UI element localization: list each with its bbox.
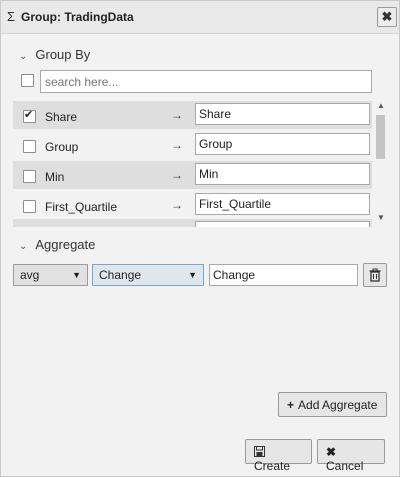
group-dialog: Σ Group: TradingData ✖ ⌄ Group By Share →…: [0, 0, 400, 477]
create-label: Create: [254, 459, 291, 473]
caret-down-icon: ▼: [188, 270, 197, 280]
list-item: Share → Share: [13, 101, 372, 129]
row-checkbox[interactable]: [23, 140, 36, 153]
row-label: Min: [45, 170, 65, 184]
list-item: Group → Group: [13, 131, 372, 159]
row-checkbox[interactable]: [23, 200, 36, 213]
cancel-button[interactable]: ✖Cancel: [317, 439, 385, 473]
caret-down-icon: ▼: [72, 270, 81, 280]
output-name-field[interactable]: Min: [195, 163, 370, 185]
arrow-right-icon: →: [171, 108, 183, 122]
row-checkbox[interactable]: [23, 170, 36, 183]
list-scrollbar[interactable]: ▲ ▼: [374, 101, 386, 226]
chevron-down-icon: ⌄: [19, 51, 28, 62]
arrow-right-icon: →: [171, 168, 183, 182]
delete-aggregate-button[interactable]: [363, 263, 387, 287]
chevron-down-icon: ⌄: [19, 241, 28, 252]
list-item: First_Quartile → First_Quartile: [13, 191, 372, 219]
scroll-thumb[interactable]: [376, 115, 385, 159]
create-button[interactable]: Create: [245, 439, 312, 473]
list-item: Min → Min: [13, 161, 372, 189]
output-name-field[interactable]: Group: [195, 133, 370, 155]
column-select[interactable]: Change ▼: [92, 264, 204, 286]
scroll-down-icon[interactable]: ▼: [377, 213, 385, 222]
plus-icon: +: [287, 398, 295, 412]
dialog-title: Group: TradingData: [21, 10, 134, 24]
output-name-field[interactable]: Share: [195, 103, 370, 125]
group-by-label: Group By: [35, 47, 91, 62]
aggregate-label: Aggregate: [35, 237, 96, 252]
aggregate-output-field[interactable]: Change: [209, 264, 358, 286]
trash-icon: [369, 268, 381, 282]
sigma-icon: Σ: [7, 9, 16, 24]
close-button[interactable]: ✖: [377, 7, 397, 27]
group-by-header[interactable]: ⌄ Group By: [19, 47, 90, 62]
search-input[interactable]: [40, 70, 372, 93]
output-name-field[interactable]: First_Quartile: [195, 193, 370, 215]
scroll-up-icon[interactable]: ▲: [377, 101, 385, 110]
add-aggregate-label: Add Aggregate: [298, 398, 378, 412]
row-label: Share: [45, 110, 78, 124]
add-aggregate-button[interactable]: + Add Aggregate: [278, 392, 387, 417]
group-by-list: Share → Share Group → Group Min → Min Fi…: [13, 99, 386, 227]
x-icon: ✖: [326, 445, 337, 459]
output-name-field[interactable]: [195, 221, 370, 227]
row-label: Group: [45, 140, 79, 154]
arrow-right-icon: →: [171, 198, 183, 212]
column-select-value: Change: [99, 268, 142, 282]
select-all-checkbox[interactable]: [21, 74, 34, 87]
cancel-label: Cancel: [326, 459, 364, 473]
arrow-right-icon: →: [171, 138, 183, 152]
row-label: First_Quartile: [45, 200, 118, 214]
save-icon: [254, 446, 265, 457]
function-select[interactable]: avg ▼: [13, 264, 88, 286]
list-item-partial: [13, 219, 372, 227]
close-icon: ✖: [381, 9, 393, 24]
row-checkbox[interactable]: [23, 108, 36, 123]
aggregate-header[interactable]: ⌄ Aggregate: [19, 237, 95, 252]
function-select-value: avg: [20, 268, 40, 282]
dialog-titlebar: Σ Group: TradingData ✖: [1, 1, 399, 34]
